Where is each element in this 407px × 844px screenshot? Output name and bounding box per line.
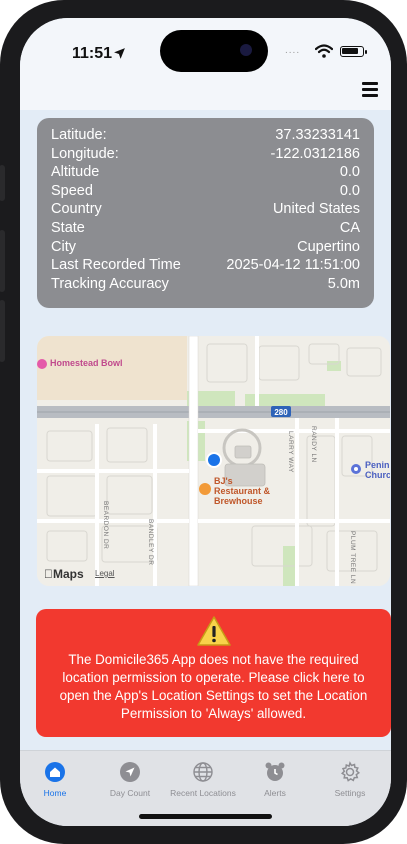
map-canvas: 280 LARRY WAY RANDY LN BEARDON DR BANDLE… <box>37 336 390 586</box>
wifi-icon <box>315 44 333 58</box>
volume-down-button <box>0 300 5 362</box>
home-icon <box>44 761 66 783</box>
street-label-beardon-dr: BEARDON DR <box>102 501 109 549</box>
volume-up-button <box>0 230 5 292</box>
camera-icon <box>240 44 252 56</box>
globe-icon <box>192 761 214 783</box>
battery-icon <box>340 46 367 57</box>
tab-home[interactable]: Home <box>20 761 90 798</box>
tab-settings[interactable]: Settings <box>315 761 385 798</box>
location-permission-alert[interactable]: The Domicile365 App does not have the re… <box>36 609 391 737</box>
info-label: Longitude: <box>51 145 119 162</box>
tab-label: Day Count <box>109 788 151 798</box>
hamburger-menu-icon[interactable] <box>362 82 378 98</box>
info-row: City Cupertino <box>51 238 360 257</box>
street-label-bandley-dr: BANDLEY DR <box>147 519 154 565</box>
info-row: State CA <box>51 219 360 238</box>
info-value: 0.0 <box>339 164 360 181</box>
highway-shield-label: 280 <box>274 408 288 417</box>
info-label: Speed <box>51 182 93 199</box>
tab-label: Home <box>43 788 67 798</box>
top-bar: 11:51 .... <box>20 18 391 110</box>
info-value: 0.0 <box>339 182 360 199</box>
poi-homestead-bowl[interactable]: Homestead Bowl <box>50 358 123 368</box>
home-indicator <box>139 814 272 819</box>
poi-bjs-restaurant[interactable]: BJ's Restaurant & Brewhouse <box>214 476 280 506</box>
tab-label: Alerts <box>264 788 286 798</box>
info-value: -122.0312186 <box>270 145 361 162</box>
tab-day-count[interactable]: Day Count <box>95 761 165 798</box>
info-row: Speed 0.0 <box>51 182 360 201</box>
phone-frame: 11:51 .... Latitude: 37.33233141 Longitude… <box>0 0 407 844</box>
info-label: Last Recorded Time <box>51 257 181 274</box>
info-label: Altitude <box>51 164 100 181</box>
info-value: 2025-04-12 11:51:00 <box>226 257 360 274</box>
info-row: Longitude: -122.0312186 <box>51 145 360 164</box>
street-label-randy-ln: RANDY LN <box>310 426 317 463</box>
info-row: Country United States <box>51 200 360 219</box>
tab-label: Settings <box>334 788 366 798</box>
info-row: Tracking Accuracy 5.0m <box>51 275 360 294</box>
info-label: State <box>51 219 85 236</box>
maps-legal-link[interactable]: Legal <box>95 569 115 578</box>
location-info-card: Latitude: 37.33233141 Longitude: -122.03121… <box>37 118 374 308</box>
tab-recent-locations[interactable]: Recent Locations <box>168 761 238 798</box>
alert-message: The Domicile365 App does not have the re… <box>59 652 368 721</box>
screen: 11:51 .... Latitude: 37.33233141 Longitude… <box>20 18 391 826</box>
info-value: 37.33233141 <box>275 127 360 143</box>
map-view[interactable]: 280 LARRY WAY RANDY LN BEARDON DR BANDLE… <box>37 336 390 586</box>
info-row: Last Recorded Time 2025-04-12 11:51:00 <box>51 256 360 275</box>
info-value: Cupertino <box>297 238 360 255</box>
street-label-plum-tree-ln: PLUM TREE LN <box>349 531 356 584</box>
silent-switch <box>0 165 5 201</box>
info-value: CA <box>339 219 360 236</box>
poi-church[interactable]: Penin Churc <box>365 460 390 480</box>
street-label-larry-way: LARRY WAY <box>287 431 294 473</box>
info-row: Latitude: 37.33233141 <box>51 126 360 145</box>
status-time: 11:51 <box>72 45 113 62</box>
dynamic-island <box>160 30 268 72</box>
info-label: Tracking Accuracy <box>51 275 169 292</box>
info-label: City <box>51 238 76 255</box>
info-value: 5.0m <box>327 275 360 292</box>
info-label: Latitude: <box>51 127 107 143</box>
info-value: United States <box>272 201 360 218</box>
alarm-clock-icon <box>264 761 286 783</box>
apple-maps-logo: Maps <box>44 567 84 581</box>
warning-icon <box>196 616 231 646</box>
tab-alerts[interactable]: Alerts <box>240 761 310 798</box>
navigation-arrow-icon <box>119 761 141 783</box>
battery-level <box>342 48 358 54</box>
location-arrow-icon <box>114 48 125 59</box>
cellular-signal: .... <box>285 45 301 56</box>
info-row: Altitude 0.0 <box>51 163 360 182</box>
info-label: Country <box>51 201 102 218</box>
gear-icon <box>339 761 361 783</box>
tab-label: Recent Locations <box>170 788 236 798</box>
